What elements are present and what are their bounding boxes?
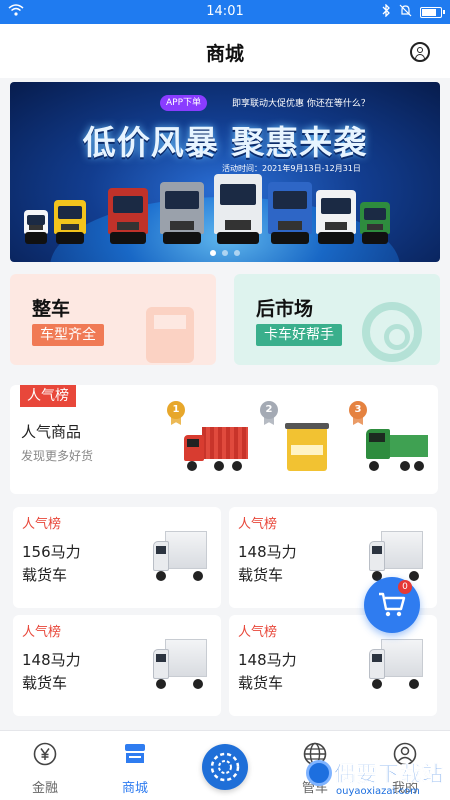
site-watermark: 偶要下载站 ouyaoxiazai.com [304, 756, 450, 800]
box-truck-image [369, 531, 423, 581]
product-horsepower: 148马力 [22, 651, 81, 669]
category-name: 整车 [32, 298, 71, 320]
product-horsepower: 148马力 [238, 543, 297, 561]
green-dump-truck-image[interactable] [366, 427, 428, 471]
box-truck-image [369, 639, 423, 689]
medal-bronze-icon: 3 [349, 401, 367, 419]
watermark-url: ouyaoxiazai.com [336, 786, 420, 797]
banner-truck [160, 182, 204, 244]
medal-silver-icon: 2 [260, 401, 278, 419]
banner-pill: APP下单 [160, 95, 208, 111]
mute-bell-icon [399, 4, 412, 21]
status-bar: 14:01 [0, 0, 450, 24]
yuan-icon [33, 742, 57, 766]
product-card[interactable]: 人气榜 148马力 载货车 [229, 615, 437, 716]
banner-truck [54, 200, 86, 244]
product-type: 载货车 [238, 566, 284, 584]
tab-finance[interactable]: 金融 [0, 731, 90, 800]
product-card[interactable]: 人气榜 148马力 载货车 [13, 615, 221, 716]
banner-dot[interactable] [234, 250, 240, 256]
banner-dot[interactable] [210, 250, 216, 256]
box-truck-image [153, 639, 207, 689]
product-rank-label: 人气榜 [22, 625, 62, 640]
banner-truck [214, 174, 262, 244]
product-type: 载货车 [22, 674, 68, 692]
product-rank-label: 人气榜 [238, 517, 278, 532]
page-title: 商城 [205, 43, 244, 65]
banner-truck [316, 190, 356, 244]
medal-gold-icon: 1 [167, 401, 185, 419]
watermark-logo-icon [306, 760, 332, 786]
product-card[interactable]: 人气榜 156马力 载货车 [13, 507, 221, 608]
product-type: 载货车 [238, 674, 284, 692]
product-horsepower: 148马力 [238, 651, 297, 669]
product-rank-label: 人气榜 [22, 517, 62, 532]
banner-truck [108, 188, 148, 244]
popular-subtitle: 发现更多好货 [21, 449, 94, 463]
tab-label: 金融 [31, 781, 58, 796]
promo-banner[interactable]: APP下单 即享联动大促优惠 你还在等什么？ 低价风暴 聚惠来袭 活动时间：20… [10, 82, 440, 262]
category-tag: 车型齐全 [32, 324, 104, 346]
cart-icon [379, 592, 406, 617]
category-name: 后市场 [256, 298, 314, 320]
battery-icon [420, 7, 445, 18]
product-rank-label: 人气榜 [238, 625, 278, 640]
wheel-icon [362, 302, 422, 362]
banner-pagination [10, 250, 440, 256]
category-card-aftermarket[interactable]: 后市场 卡车好帮手 [234, 274, 440, 365]
banner-truck [268, 182, 312, 244]
popular-title: 人气商品 [21, 423, 82, 441]
tab-store[interactable]: 商城 [90, 731, 180, 800]
shopping-cart-button[interactable]: 0 [364, 577, 420, 633]
watermark-text: 偶要下载站 [334, 762, 444, 787]
center-logo-button[interactable] [202, 744, 248, 790]
red-cargo-truck-image[interactable] [184, 427, 248, 471]
banner-truck [24, 210, 48, 244]
bus-icon [146, 307, 194, 363]
cart-count-badge: 0 [398, 580, 412, 594]
tab-label: 商城 [121, 781, 148, 796]
user-profile-icon[interactable] [410, 42, 430, 62]
app-header: 商城 [0, 24, 450, 78]
banner-dot[interactable] [222, 250, 228, 256]
category-tag: 卡车好帮手 [256, 324, 342, 346]
banner-truck [360, 202, 390, 244]
store-icon [125, 744, 145, 763]
popular-goods-card[interactable]: 人气榜 人气商品 发现更多好货 1 2 3 [10, 385, 438, 494]
box-truck-image [153, 531, 207, 581]
bluetooth-icon [382, 3, 391, 21]
category-card-vehicle[interactable]: 整车 车型齐全 [10, 274, 216, 365]
product-type: 载货车 [22, 566, 68, 584]
product-horsepower: 156马力 [22, 543, 81, 561]
banner-headline: 低价风暴 聚惠来袭 [82, 123, 368, 162]
banner-dates: 活动时间：2021年9月13日-12月31日 [222, 164, 361, 173]
oil-bucket-image[interactable] [285, 423, 329, 471]
popular-badge: 人气榜 [20, 385, 76, 407]
center-logo-icon [210, 752, 240, 782]
banner-promo-text: 即享联动大促优惠 你还在等什么？ [232, 99, 370, 109]
